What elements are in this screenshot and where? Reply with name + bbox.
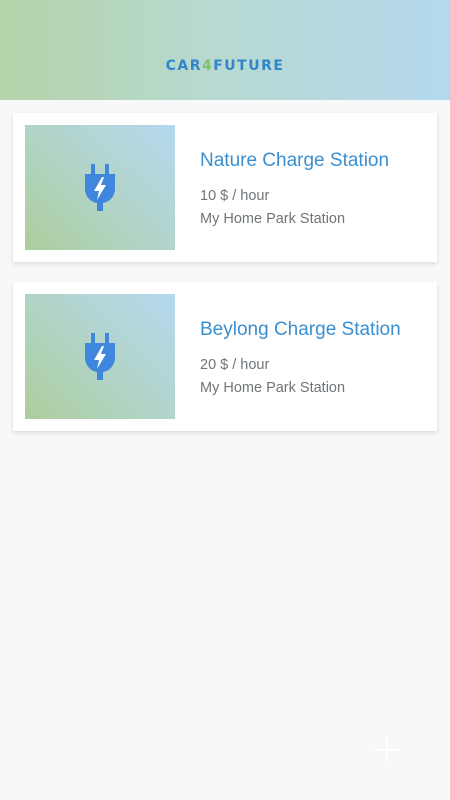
add-station-button[interactable] <box>374 737 400 763</box>
app-header: CAR4FUTURE <box>0 0 450 100</box>
logo-text-car: CAR <box>165 58 202 74</box>
app-logo: CAR4FUTURE <box>166 58 285 74</box>
station-location: My Home Park Station <box>200 211 346 227</box>
charging-plug-icon <box>85 163 115 211</box>
station-price: 10 $ / hour <box>200 188 270 204</box>
station-location: My Home Park Station <box>200 380 346 396</box>
station-card[interactable]: Nature Charge Station 10 $ / hour My Hom… <box>13 113 437 262</box>
station-thumbnail <box>25 125 175 250</box>
station-name[interactable]: Beylong Charge Station <box>200 319 401 341</box>
logo-text-4: 4 <box>201 58 214 74</box>
station-card[interactable]: Beylong Charge Station 20 $ / hour My Ho… <box>13 282 437 431</box>
station-name[interactable]: Nature Charge Station <box>200 150 389 172</box>
charging-plug-icon <box>85 332 115 380</box>
station-price: 20 $ / hour <box>200 357 270 373</box>
station-thumbnail <box>25 294 175 419</box>
logo-text-future: FUTURE <box>213 58 285 74</box>
